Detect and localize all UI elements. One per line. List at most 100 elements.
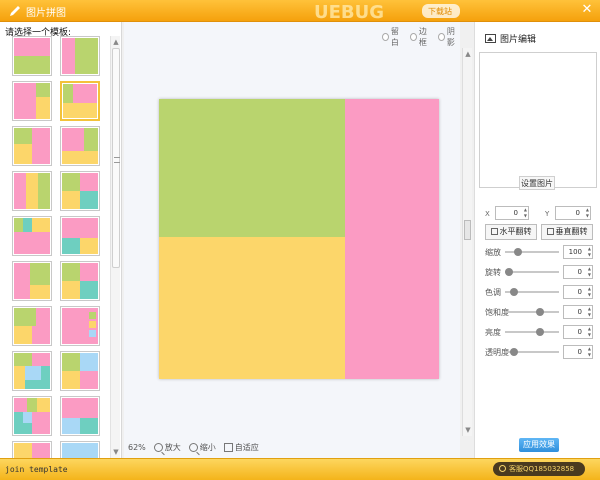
template-cell	[80, 237, 98, 254]
option-margin[interactable]: 留白	[382, 26, 404, 48]
template-thumbnail[interactable]	[12, 81, 52, 121]
template-cell	[63, 84, 74, 103]
slider-knob[interactable]	[514, 248, 522, 256]
template-thumbnail[interactable]	[12, 396, 52, 436]
flip-horizontal-button[interactable]: 水平翻转	[485, 224, 537, 240]
template-thumbnail[interactable]	[60, 216, 100, 256]
panel-scrollbar[interactable]: ▲ ▼	[462, 48, 472, 436]
template-cell	[89, 311, 97, 319]
template-thumbnail[interactable]	[60, 396, 100, 436]
close-button[interactable]: ✕	[580, 3, 594, 17]
svg-text:下载站: 下载站	[428, 6, 452, 16]
slider-knob[interactable]	[510, 348, 518, 356]
template-cell	[74, 38, 98, 74]
option-border[interactable]: 边框	[410, 26, 432, 48]
fit-button[interactable]: 自适应	[223, 442, 259, 453]
zoom-level: 62%	[128, 443, 146, 452]
template-cell	[62, 443, 98, 458]
y-input[interactable]: 0	[555, 206, 591, 220]
watermark-logo: UEBUG 下载站	[314, 2, 460, 22]
slider-value[interactable]: 100	[563, 245, 593, 259]
set-image-button[interactable]: 设置图片	[519, 176, 555, 190]
slider-value[interactable]: 0	[563, 305, 593, 319]
template-cell	[80, 173, 98, 191]
template-thumbnail[interactable]	[60, 306, 100, 346]
template-cell	[35, 97, 50, 119]
template-cell	[14, 398, 27, 413]
scroll-down-icon[interactable]: ▼	[464, 426, 472, 434]
radio-icon[interactable]	[382, 33, 389, 41]
template-cell	[14, 38, 50, 56]
zoom-out-icon	[188, 443, 198, 452]
template-cell	[80, 191, 98, 209]
template-cell	[32, 144, 50, 164]
slider-knob[interactable]	[510, 288, 518, 296]
template-cell	[80, 417, 98, 434]
collage-cell-top-left[interactable]	[159, 99, 345, 237]
pencil-icon	[10, 6, 20, 16]
template-thumbnail[interactable]	[12, 171, 52, 211]
collage-cell-bottom-left[interactable]	[159, 237, 345, 379]
template-cell	[62, 398, 98, 418]
image-preview-box	[479, 52, 597, 188]
template-cell	[89, 329, 97, 337]
template-cell	[32, 218, 50, 233]
scroll-up-icon[interactable]: ▲	[112, 38, 120, 46]
slider-knob[interactable]	[536, 328, 544, 336]
slider-value[interactable]: 0	[563, 325, 593, 339]
apply-effect-button[interactable]: 应用效果	[519, 438, 559, 452]
template-thumbnail[interactable]	[60, 126, 100, 166]
slider-track[interactable]	[505, 331, 559, 333]
template-cell	[14, 353, 32, 366]
support-button[interactable]: 客服QQ185032858	[493, 462, 585, 476]
option-shadow[interactable]: 阴影	[438, 26, 460, 48]
template-cell	[32, 128, 50, 145]
template-thumbnail[interactable]	[60, 261, 100, 301]
slider-value[interactable]: 0	[563, 265, 593, 279]
slider-value[interactable]: 0	[563, 345, 593, 359]
template-thumbnail[interactable]	[60, 81, 100, 121]
template-cell	[62, 281, 80, 299]
zoom-out-button[interactable]: 缩小	[188, 442, 216, 453]
template-cell	[14, 218, 23, 233]
zoom-in-button[interactable]: 放大	[153, 442, 181, 453]
flip-vertical-button[interactable]: 垂直翻转	[541, 224, 593, 240]
scroll-up-icon[interactable]: ▲	[464, 50, 472, 58]
template-cell	[14, 128, 32, 145]
y-label: Y	[545, 210, 550, 218]
template-thumbnail[interactable]	[60, 441, 100, 458]
template-thumbnail[interactable]	[60, 351, 100, 391]
template-thumbnail[interactable]	[60, 171, 100, 211]
collage-cell-right[interactable]	[345, 99, 439, 379]
slider-track[interactable]	[505, 311, 559, 313]
template-cell	[35, 83, 50, 98]
slider-value[interactable]: 0	[563, 285, 593, 299]
template-cell	[14, 56, 50, 74]
radio-icon[interactable]	[438, 33, 445, 41]
image-edit-panel: 图片编辑 设置图片 X 0 Y 0 水平翻转 垂直翻转 缩放100旋转0色调0饱…	[474, 22, 600, 458]
template-thumbnail[interactable]	[12, 261, 52, 301]
template-cell	[23, 412, 32, 424]
slider-track[interactable]	[505, 271, 559, 273]
template-thumbnail[interactable]	[12, 126, 52, 166]
template-cell	[80, 371, 98, 389]
scrollbar-thumb[interactable]	[112, 48, 120, 268]
template-thumbnail[interactable]	[12, 351, 52, 391]
template-cell	[32, 326, 50, 344]
headset-icon	[499, 465, 506, 472]
radio-icon[interactable]	[410, 33, 417, 41]
template-scrollbar[interactable]: ▲ ▼	[110, 36, 120, 458]
canvas-area: 留白 边框 阴影 62% 放大 缩小 自适应	[124, 22, 460, 458]
template-thumbnail[interactable]	[12, 306, 52, 346]
template-thumbnail[interactable]	[60, 36, 100, 76]
splitter-handle[interactable]	[464, 220, 471, 240]
template-thumbnail[interactable]	[12, 441, 52, 458]
scroll-down-icon[interactable]: ▼	[112, 448, 120, 456]
x-input[interactable]: 0	[495, 206, 529, 220]
slider-knob[interactable]	[505, 268, 513, 276]
template-cell	[32, 443, 50, 458]
template-cell	[24, 365, 41, 380]
slider-knob[interactable]	[536, 308, 544, 316]
template-thumbnail[interactable]	[12, 36, 52, 76]
template-thumbnail[interactable]	[12, 216, 52, 256]
